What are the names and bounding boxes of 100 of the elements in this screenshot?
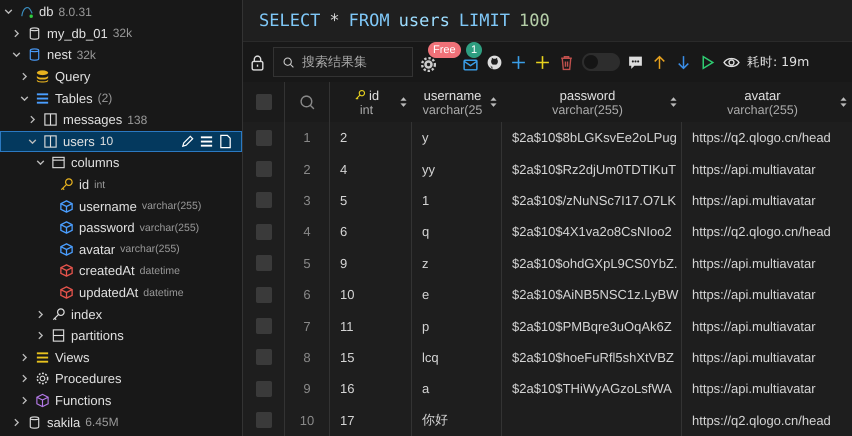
row-number: 8 (285, 342, 330, 374)
tree-item[interactable]: messages 138 (0, 108, 242, 131)
tree-item[interactable]: password varchar(255) (0, 216, 242, 239)
column-name: username (424, 88, 482, 102)
tree-label: index (71, 306, 102, 322)
tree-meta: varchar(255) (140, 222, 200, 234)
key-icon (59, 177, 74, 192)
table-cell: $2a$10$4X1va2o8CsNIoo2 (512, 224, 672, 240)
tree-item[interactable]: updatedAt datetime (0, 282, 242, 304)
table-cell: 11 (340, 318, 354, 334)
table-cell: https://api.multiavatar (692, 318, 816, 334)
table-cell: https://api.multiavatar (692, 192, 816, 208)
file-icon[interactable] (218, 134, 233, 149)
row-number: 9 (285, 373, 330, 405)
cube-icon (35, 392, 50, 408)
table-cell: https://api.multiavatar (692, 162, 816, 177)
table-cell: $2a$10$8bLGKsvEe2oLPug (512, 130, 677, 146)
plus-icon[interactable] (534, 54, 551, 70)
toggle-switch[interactable] (582, 53, 620, 71)
window-icon (51, 155, 66, 170)
column-name: password (560, 88, 616, 102)
tree-item[interactable]: avatar varchar(255) (0, 238, 242, 260)
settings-icon (35, 371, 50, 386)
plus-icon[interactable] (510, 54, 527, 70)
row-checkbox[interactable] (256, 192, 272, 208)
tree-label: nest (47, 47, 72, 62)
tree-meta: datetime (143, 286, 184, 299)
table-cell: https://api.multiavatar (692, 381, 816, 396)
tree-meta: 32k (76, 48, 96, 62)
tree-item[interactable]: index (0, 303, 242, 325)
sort-icon[interactable] (839, 95, 848, 109)
sort-icon[interactable] (399, 95, 408, 109)
tree-item[interactable]: id int (0, 174, 242, 196)
lock-icon[interactable] (249, 54, 266, 70)
tree-item[interactable]: sakila 6.45M (0, 411, 242, 433)
comment-icon[interactable] (627, 54, 644, 70)
database-icon (27, 414, 42, 430)
sql-token: 100 (519, 10, 550, 30)
tree-label: Functions (55, 392, 112, 408)
table-cell: $2a$10$PMBqre3uOqAk6Z (512, 318, 672, 334)
tree-item[interactable]: my_db_01 32k (0, 22, 242, 44)
settings-icon[interactable] (420, 56, 437, 72)
tree-item[interactable]: createdAt datetime (0, 260, 242, 282)
select-all-checkbox[interactable] (256, 94, 272, 110)
list-icon[interactable] (199, 134, 214, 149)
table-cell: 10 (340, 287, 354, 302)
tree-item[interactable]: partitions (0, 324, 242, 346)
cat-silhouette-icon[interactable] (486, 54, 503, 70)
trash-icon[interactable] (558, 54, 575, 70)
tree-item[interactable]: nest 32k (0, 44, 242, 66)
row-number: 5 (285, 248, 330, 279)
tree-item[interactable]: Tables (2) (0, 87, 242, 109)
tree-label: Views (55, 350, 90, 365)
sort-icon[interactable] (669, 95, 678, 109)
search-field[interactable]: 搜索结果集 (273, 47, 413, 77)
table-cell: 6 (340, 224, 348, 240)
table-cell: https://q2.qlogo.cn/head (692, 130, 831, 146)
tree-item[interactable]: Views (0, 346, 242, 368)
row-checkbox[interactable] (256, 349, 272, 366)
table-cell: 你好 (422, 411, 448, 430)
search-icon[interactable] (298, 94, 316, 110)
table-cell: $2a$10$THiWyAGzoLsfWA (512, 381, 672, 396)
tree-item[interactable]: db 8.0.31 (0, 1, 242, 23)
tree-item[interactable]: username varchar(255) (0, 195, 242, 217)
row-checkbox[interactable] (256, 412, 272, 428)
table-cell: 17 (340, 412, 354, 428)
table-cell: https://api.multiavatar (692, 256, 816, 271)
tree-item[interactable]: Procedures (0, 368, 242, 390)
tree-label: password (79, 220, 135, 236)
pencil-icon[interactable] (180, 134, 195, 149)
row-checkbox[interactable] (256, 380, 272, 397)
table-cell: https://api.multiavatar (692, 350, 816, 365)
column-name: avatar (744, 88, 781, 102)
sort-icon[interactable] (489, 95, 498, 109)
tree-meta: varchar(255) (120, 243, 180, 256)
search-icon (282, 56, 295, 69)
table-cell: e (422, 287, 430, 302)
tree-meta: int (94, 178, 106, 191)
table-cell: 4 (340, 162, 348, 177)
table-icon (43, 134, 58, 149)
table-cell: q (422, 224, 430, 240)
table-cell: 9 (340, 256, 348, 271)
sql-token: users (398, 10, 450, 30)
table-cell: 1 (422, 192, 430, 208)
tree-item[interactable]: Functions (0, 390, 242, 412)
tree-item[interactable]: users 10 (0, 130, 242, 152)
tree-label: columns (71, 155, 120, 170)
table-cell: p (422, 318, 430, 334)
row-checkbox[interactable] (256, 130, 272, 146)
table-cell: 15 (340, 350, 354, 365)
list-icon (35, 350, 50, 365)
tree-label: db (39, 4, 54, 20)
tree-item[interactable]: columns (0, 152, 242, 174)
table-cell: $2a$10$Rz2djUm0TDTIKuT (512, 162, 676, 177)
row-checkbox[interactable] (256, 255, 272, 272)
tree-item[interactable]: Query (0, 66, 242, 88)
row-checkbox[interactable] (256, 161, 272, 178)
row-checkbox[interactable] (256, 286, 272, 303)
row-checkbox[interactable] (256, 318, 272, 334)
row-checkbox[interactable] (256, 224, 272, 240)
